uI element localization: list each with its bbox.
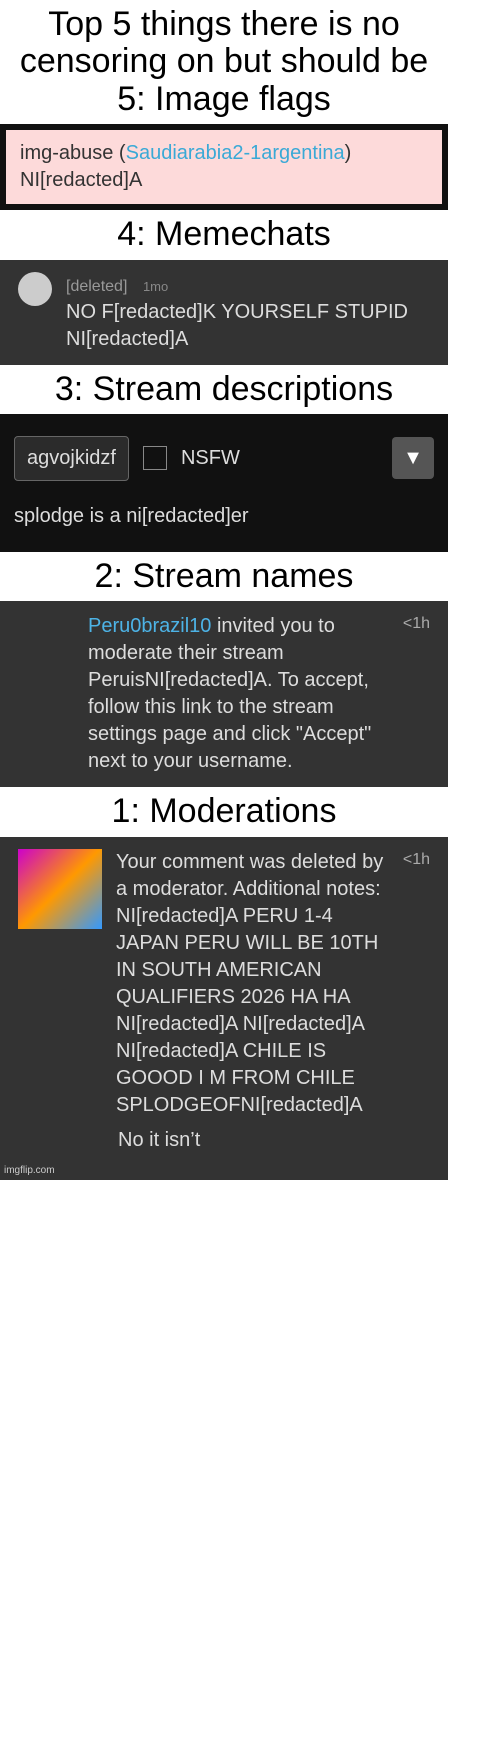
caption-2: 2: Stream names bbox=[0, 551, 448, 602]
chevron-down-icon: ▼ bbox=[403, 446, 423, 469]
nsfw-checkbox[interactable] bbox=[142, 446, 167, 471]
nsfw-label: NSFW bbox=[180, 446, 240, 469]
masked-text: NI[redacted]A bbox=[20, 169, 143, 192]
chat-text: NO F[redacted]K YOURSELF STUPID NI[redac… bbox=[66, 300, 408, 350]
chat-age: 1mo bbox=[142, 278, 169, 294]
caption-top: Top 5 things there is no censoring on bu… bbox=[0, 0, 448, 125]
panel-stream-invite: Peru0brazil10 invited you to moderate th… bbox=[0, 601, 448, 788]
flag-user-link[interactable]: Saudiarabia2-1argentina bbox=[126, 142, 345, 164]
moderation-time: <1h bbox=[402, 850, 430, 868]
stream-desc-text: splodge is a ni[redacted]er bbox=[14, 504, 249, 527]
avatar-icon bbox=[18, 271, 52, 306]
dropdown-button[interactable]: ▼ bbox=[392, 437, 434, 480]
panel-image-flag: img-abuse (Saudiarabia2-1argentina) NI[r… bbox=[0, 124, 448, 211]
moderation-text: Your comment was deleted by a moderator.… bbox=[116, 850, 384, 1116]
panel-memechat: [deleted] 1mo NO F[redacted]K YOURSELF S… bbox=[0, 259, 448, 365]
stream-thumbnail[interactable] bbox=[18, 848, 102, 929]
caption-3: 3: Stream descriptions bbox=[0, 364, 448, 414]
invite-time: <1h bbox=[402, 615, 430, 633]
invite-user-link[interactable]: Peru0brazil10 bbox=[88, 615, 211, 637]
panel-moderation: Your comment was deleted by a moderator.… bbox=[0, 836, 448, 1180]
stream-select[interactable]: agvojkidzf bbox=[14, 435, 129, 481]
caption-4: 4: Memechats bbox=[0, 210, 448, 260]
caption-1: 1: Moderations bbox=[0, 787, 448, 837]
chat-user: [deleted] bbox=[66, 277, 128, 295]
panel-stream-description: agvojkidzf NSFW ▼ splodge is a ni[redact… bbox=[0, 413, 448, 552]
imgflip-credit: imgflip.com bbox=[4, 1165, 55, 1177]
bottom-text: No it isn’t bbox=[118, 1128, 201, 1151]
